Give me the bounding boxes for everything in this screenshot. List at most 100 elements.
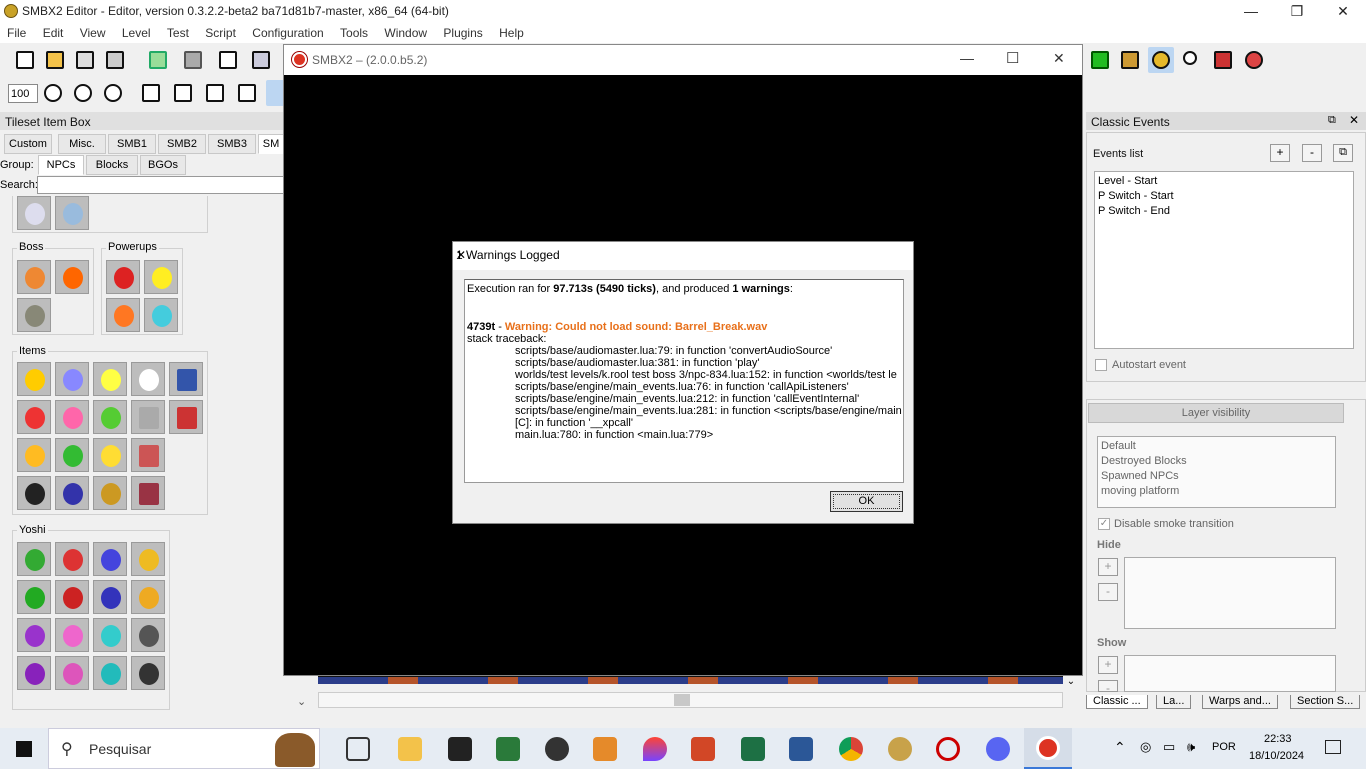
npc-chain-block[interactable] (131, 476, 165, 510)
hide-add-button[interactable]: + (1098, 558, 1118, 576)
menu-tools[interactable]: Tools (333, 23, 374, 40)
layer-item[interactable]: Destroyed Blocks (1101, 454, 1332, 469)
game-maximize-button[interactable]: ☐ (1006, 49, 1019, 67)
zoom-reset-icon[interactable] (40, 80, 66, 106)
horizontal-scrollbar[interactable] (318, 692, 1063, 708)
npc-moon[interactable] (93, 438, 127, 472)
game-minimize-button[interactable]: — (960, 50, 974, 66)
pipe-icon[interactable] (1087, 47, 1113, 73)
undo-icon[interactable] (145, 47, 171, 73)
layer-item[interactable]: Spawned NPCs (1101, 469, 1332, 484)
npc-red-berry[interactable] (17, 400, 51, 434)
powerpoint-icon[interactable] (691, 737, 715, 761)
tab-misc[interactable]: Misc. (58, 134, 106, 154)
npc-yoshi-egg-blue[interactable] (93, 542, 127, 576)
npc-star[interactable] (144, 260, 178, 294)
app-cine-icon[interactable] (448, 737, 472, 761)
npc-boo-item[interactable] (131, 362, 165, 396)
tab-smb3[interactable]: SMB3 (208, 134, 256, 154)
npc-yoshi-red[interactable] (55, 580, 89, 614)
word-icon[interactable] (789, 737, 813, 761)
clock-time[interactable]: 22:33 (1264, 733, 1292, 745)
npc-yoshi-blue[interactable] (93, 580, 127, 614)
group-tab-npcs[interactable]: NPCs (38, 155, 84, 175)
menu-level[interactable]: Level (115, 23, 157, 40)
scroll-down-arrow[interactable]: ⌄ (297, 695, 306, 708)
windows-start-icon[interactable] (16, 741, 32, 757)
menu-file[interactable]: File (0, 23, 32, 40)
event-item[interactable]: Level - Start (1098, 174, 1350, 189)
menu-plugins[interactable]: Plugins (436, 23, 488, 40)
npc-yoshi-pink[interactable] (55, 656, 89, 690)
group-tab-bgos[interactable]: BGOs (140, 155, 186, 175)
vertical-scroll-arrow[interactable]: ⌄ (1064, 676, 1078, 692)
restore-button[interactable]: ❐ (1274, 0, 1320, 23)
blocks-icon[interactable] (1117, 47, 1143, 73)
npc-fire-flower[interactable] (106, 298, 140, 332)
chevron-up-icon[interactable]: ⌃ (1114, 739, 1126, 756)
bottom-tab-warps[interactable]: Warps and... (1202, 695, 1278, 709)
npc-boss-bowser[interactable] (17, 260, 51, 294)
redo-icon[interactable] (180, 47, 206, 73)
menu-configuration[interactable]: Configuration (245, 23, 329, 40)
scrollbar-thumb[interactable] (674, 694, 690, 706)
file-explorer-icon[interactable] (398, 737, 422, 761)
paint-icon[interactable] (643, 737, 667, 761)
npc-yoshi-egg-pink[interactable] (55, 618, 89, 652)
section-icon[interactable] (138, 80, 164, 106)
tab-smw[interactable]: SM (258, 134, 284, 154)
excel-icon[interactable] (741, 737, 765, 761)
float-icon[interactable]: ⧉ (1328, 114, 1336, 127)
save-icon[interactable] (72, 47, 98, 73)
layer-item[interactable]: moving platform (1101, 484, 1332, 499)
layer-visibility-header[interactable]: Layer visibility (1088, 403, 1344, 423)
show-add-button[interactable]: + (1098, 656, 1118, 674)
coin-icon[interactable] (1148, 47, 1174, 73)
npc-parakoopa[interactable] (17, 196, 51, 230)
new-file-icon[interactable] (12, 47, 38, 73)
menu-window[interactable]: Window (377, 23, 433, 40)
tab-smb1[interactable]: SMB1 (108, 134, 156, 154)
add-event-button[interactable]: + (1270, 144, 1290, 162)
close-button[interactable]: ✕ (1320, 0, 1366, 23)
dialog-close-button[interactable]: ✕ (456, 248, 905, 262)
npc-boss-rock[interactable] (17, 298, 51, 332)
npc-ice-flower[interactable] (144, 298, 178, 332)
tab-custom[interactable]: Custom (4, 134, 52, 154)
npc-key[interactable] (93, 476, 127, 510)
chrome-icon[interactable] (839, 737, 863, 761)
copy-icon[interactable] (215, 47, 241, 73)
npc-boss-shell[interactable] (55, 260, 89, 294)
warnings-log[interactable]: Execution ran for 97.713s (5490 ticks), … (464, 279, 904, 483)
location-icon[interactable]: ◎ (1140, 739, 1151, 755)
game-close-button[interactable]: ✕ (1053, 50, 1065, 67)
search-icon[interactable] (1179, 47, 1205, 73)
layer-item[interactable]: Default (1101, 439, 1332, 454)
remove-event-button[interactable]: - (1302, 144, 1322, 162)
disable-smoke-checkbox[interactable]: ✓ (1098, 518, 1110, 530)
discord-icon[interactable] (986, 737, 1010, 761)
npc-yoshi-coin[interactable] (17, 438, 51, 472)
opera-icon[interactable] (936, 737, 960, 761)
npc-yoshi-black[interactable] (131, 656, 165, 690)
tab-smb2[interactable]: SMB2 (158, 134, 206, 154)
menu-edit[interactable]: Edit (36, 23, 70, 40)
media-app-icon[interactable] (496, 737, 520, 761)
npc-yoshi-egg-red[interactable] (55, 542, 89, 576)
npc-yoshi-egg-black[interactable] (131, 618, 165, 652)
cut-icon[interactable] (248, 47, 274, 73)
duplicate-event-icon[interactable]: ⧉ (1333, 144, 1353, 162)
minimize-button[interactable]: — (1228, 0, 1274, 23)
network-icon[interactable]: ▭ (1163, 739, 1175, 755)
npc-grab-block[interactable] (131, 438, 165, 472)
open-folder-icon[interactable] (42, 47, 68, 73)
menu-help[interactable]: Help (492, 23, 530, 40)
npc-yoshi-egg-cyan[interactable] (93, 618, 127, 652)
npc-green-berry[interactable] (93, 400, 127, 434)
notification-icon[interactable] (1325, 740, 1341, 754)
language-indicator[interactable]: POR (1212, 741, 1236, 753)
resize-icon[interactable] (170, 80, 196, 106)
menu-script[interactable]: Script (198, 23, 242, 40)
autostart-checkbox[interactable] (1095, 359, 1107, 371)
task-view-icon[interactable] (346, 737, 370, 761)
